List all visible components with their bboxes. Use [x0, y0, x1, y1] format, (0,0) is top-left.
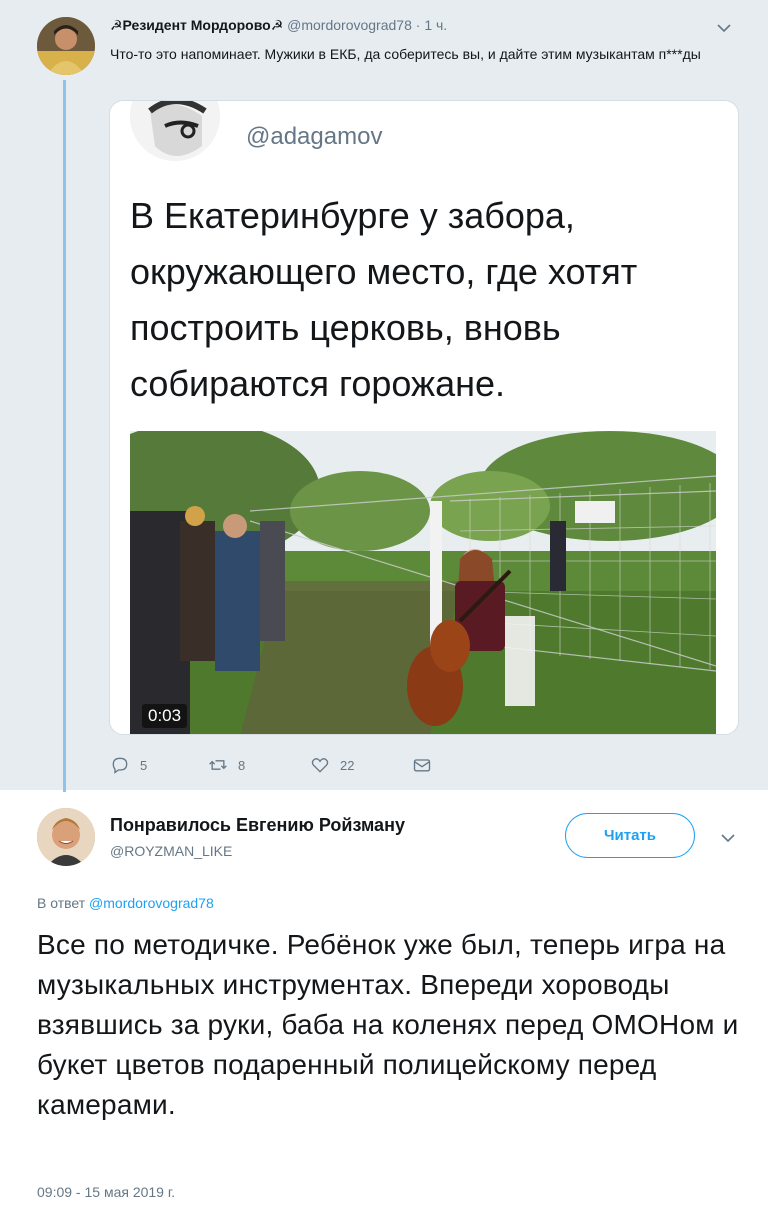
main-avatar[interactable] [37, 808, 95, 866]
quoted-media-card[interactable]: @adagamov В Екатеринбурге у забора, окру… [109, 100, 739, 735]
heart-icon [311, 758, 329, 773]
quoted-text: В Екатеринбурге у забора, окружающего ме… [130, 195, 638, 404]
retweet-action[interactable]: 8 [208, 752, 245, 778]
reply-count: 5 [140, 757, 148, 773]
follow-button[interactable]: Читать [565, 813, 695, 858]
reply-action[interactable]: 5 [110, 752, 147, 778]
envelope-icon [413, 759, 431, 772]
video-duration: 0:03 [142, 704, 188, 728]
like-action[interactable]: 22 [310, 752, 354, 778]
chevron-down-icon[interactable] [720, 830, 736, 846]
parent-header: ☭Резидент Мордорово☭ @mordorovograd78 · … [110, 17, 447, 34]
parent-display-name[interactable]: ☭Резидент Мордорово☭ [110, 17, 283, 33]
reply-icon [112, 757, 128, 774]
retweet-icon [209, 760, 227, 770]
like-count: 22 [340, 757, 355, 773]
main-display-name[interactable]: Понравилось Евгению Ройзману [110, 815, 405, 836]
quoted-avatar [130, 101, 220, 161]
reply-context: В ответ @mordorovograd78 [37, 895, 214, 911]
parent-tweet[interactable]: ☭Резидент Мордорово☭ @mordorovograd78 · … [0, 0, 768, 792]
main-tweet-text: Все по методичке. Ребёнок уже был, тепер… [37, 929, 739, 1120]
dm-action[interactable] [412, 752, 432, 778]
parent-tweet-text: Что-то это напоминает. Мужики в ЕКБ, да … [110, 46, 701, 62]
quoted-handle: @adagamov [246, 123, 383, 150]
parent-time[interactable]: 1 ч. [424, 17, 447, 33]
parent-avatar[interactable] [37, 17, 95, 75]
reply-prefix: В ответ [37, 895, 86, 911]
chevron-down-icon[interactable] [716, 20, 732, 36]
video-thumbnail[interactable]: 0:03 [130, 431, 716, 734]
reply-to-link[interactable]: @mordorovograd78 [89, 895, 214, 911]
parent-handle[interactable]: @mordorovograd78 [287, 17, 412, 33]
thread-connector [63, 80, 66, 792]
tweet-timestamp[interactable]: 09:09 - 15 мая 2019 г. [37, 1184, 175, 1200]
separator-dot: · [415, 17, 421, 33]
main-handle[interactable]: @ROYZMAN_LIKE [110, 843, 232, 859]
retweet-count: 8 [238, 757, 246, 773]
